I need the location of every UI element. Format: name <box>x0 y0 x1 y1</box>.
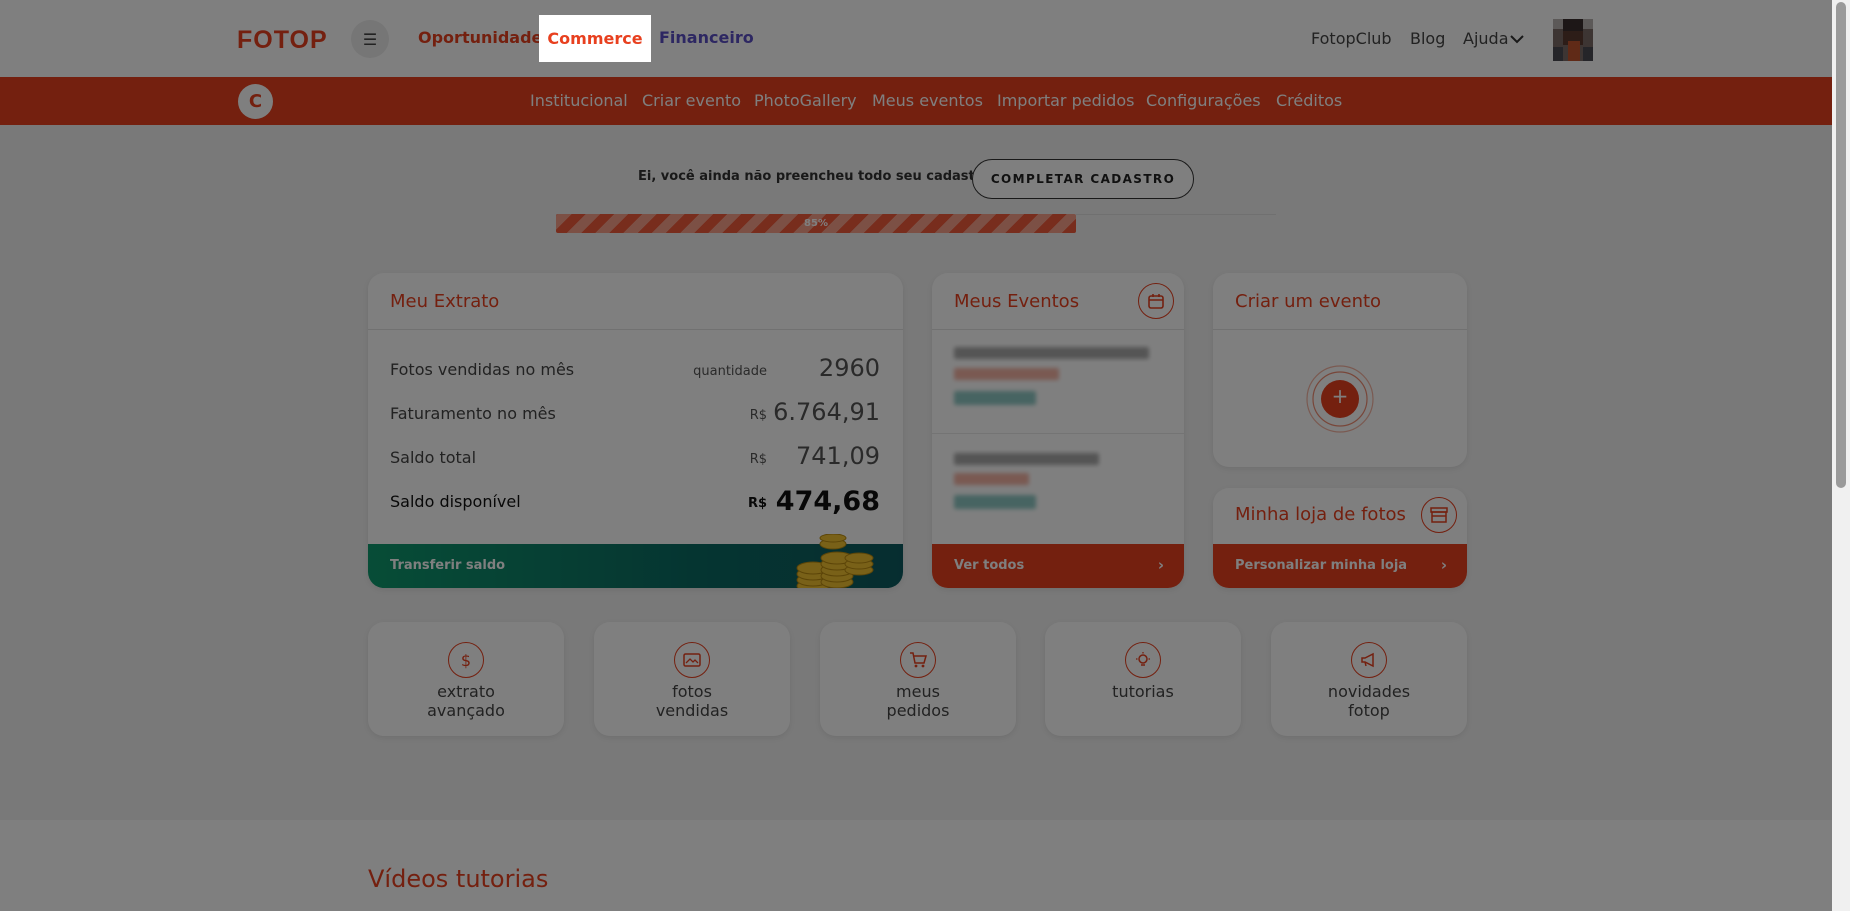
extrato-row-label: Faturamento no mês <box>390 404 556 423</box>
profile-progress-remaining <box>1076 214 1276 233</box>
ver-todos-button[interactable]: Ver todos › <box>932 544 1184 588</box>
extrato-row-fotos: Fotos vendidas no mês quantidade 2960 <box>390 354 880 384</box>
scrollbar-thumb[interactable] <box>1836 2 1846 488</box>
tile-meus-pedidos[interactable]: meus pedidos <box>820 622 1016 736</box>
subnav-meus-eventos[interactable]: Meus eventos <box>872 91 983 110</box>
profile-progress-label: 85% <box>804 218 828 229</box>
dollar-icon: $ <box>448 642 484 678</box>
tile-extrato-avancado[interactable]: $ extrato avançado <box>368 622 564 736</box>
create-event-button[interactable]: + <box>1305 364 1375 434</box>
extrato-row-unit: R$ <box>749 408 767 423</box>
subnav-configuracoes[interactable]: Configurações <box>1146 91 1261 110</box>
subnav-criar-evento[interactable]: Criar evento <box>642 91 741 110</box>
nav-blog[interactable]: Blog <box>1410 29 1445 48</box>
extrato-row-saldo-total: Saldo total R$ 741,09 <box>390 442 880 472</box>
chevron-down-icon[interactable] <box>1509 30 1525 49</box>
tile-tutorias[interactable]: tutorias <box>1045 622 1241 736</box>
menu-icon: ☰ <box>362 29 378 49</box>
loja-card: Minha loja de fotos Personalizar minha l… <box>1213 488 1467 588</box>
extrato-title: Meu Extrato <box>390 291 500 312</box>
extrato-row-label: Saldo total <box>390 448 477 467</box>
transfer-balance-label: Transferir saldo <box>390 558 506 573</box>
nav-commerce[interactable]: Commerce <box>539 15 651 62</box>
extrato-row-value: 6.764,91 <box>773 398 880 426</box>
subnav-photogallery[interactable]: PhotoGallery <box>754 91 857 110</box>
event-item-title-blurred[interactable] <box>954 347 1149 359</box>
ver-todos-label: Ver todos <box>954 558 1025 573</box>
plus-icon: + <box>1331 384 1349 408</box>
loja-title: Minha loja de fotos <box>1235 504 1406 525</box>
tile-fotos-vendidas[interactable]: fotos vendidas <box>594 622 790 736</box>
personalizar-loja-label: Personalizar minha loja <box>1235 558 1408 573</box>
complete-profile-button[interactable]: COMPLETAR CADASTRO <box>972 159 1194 199</box>
photo-icon <box>674 642 710 678</box>
profile-progress: 85% <box>556 214 1276 233</box>
card-divider <box>932 329 1184 330</box>
event-item-title-blurred[interactable] <box>954 453 1099 465</box>
extrato-row-value: 741,09 <box>796 442 880 470</box>
extrato-row-value: 2960 <box>818 354 880 382</box>
page-scrollbar[interactable] <box>1832 0 1850 911</box>
calendar-icon[interactable] <box>1138 283 1174 319</box>
megaphone-icon <box>1351 642 1387 678</box>
nav-commerce-label: Commerce <box>547 29 643 48</box>
card-divider <box>1213 329 1467 330</box>
cart-icon <box>900 642 936 678</box>
subnav-importar-pedidos[interactable]: Importar pedidos <box>997 91 1134 110</box>
event-item-date-blurred <box>954 473 1029 485</box>
coins-icon <box>793 533 883 588</box>
store-icon[interactable] <box>1421 497 1457 533</box>
subnav-institucional[interactable]: Institucional <box>530 91 628 110</box>
user-avatar[interactable] <box>1553 19 1593 61</box>
card-divider <box>368 329 903 330</box>
profile-incomplete-message: Ei, você ainda não preencheu todo seu ca… <box>638 169 996 184</box>
event-item-status-blurred <box>954 495 1036 509</box>
videos-title: Vídeos tutorias <box>368 865 549 893</box>
extrato-row-unit: quantidade <box>693 364 767 379</box>
criar-evento-title: Criar um evento <box>1235 291 1382 312</box>
chevron-right-icon: › <box>1157 556 1164 574</box>
lightbulb-icon <box>1125 642 1161 678</box>
criar-evento-card: Criar um evento + <box>1213 273 1467 467</box>
extrato-card: Meu Extrato Fotos vendidas no mês quanti… <box>368 273 903 588</box>
sub-navigation: C Institucional Criar evento PhotoGaller… <box>0 77 1850 125</box>
tile-label: meus pedidos <box>886 682 950 720</box>
chevron-right-icon: › <box>1440 556 1447 574</box>
dim-overlay <box>0 0 1832 911</box>
tile-label: fotos vendidas <box>655 682 729 720</box>
nav-fotopclub[interactable]: FotopClub <box>1311 29 1392 48</box>
extrato-row-label: Fotos vendidas no mês <box>390 360 575 379</box>
top-header: FOTOP ☰ Oportunidades Financeiro FotopCl… <box>0 0 1850 77</box>
tile-label: tutorias <box>1112 682 1174 701</box>
nav-oportunidades[interactable]: Oportunidades <box>418 28 552 47</box>
tile-label: novidades fotop <box>1327 682 1411 720</box>
transfer-balance-button[interactable]: Transferir saldo <box>368 533 903 588</box>
extrato-row-label: Saldo disponível <box>390 492 521 511</box>
menu-button[interactable]: ☰ <box>351 20 389 58</box>
tile-novidades-fotop[interactable]: novidades fotop <box>1271 622 1467 736</box>
tile-label: extrato avançado <box>427 682 505 720</box>
eventos-card: Meus Eventos Ver todos › <box>932 273 1184 588</box>
extrato-row-value: 474,68 <box>775 486 880 517</box>
event-item-status-blurred <box>954 391 1036 405</box>
extrato-row-faturamento: Faturamento no mês R$ 6.764,91 <box>390 398 880 428</box>
videos-section: Vídeos tutorias <box>0 820 1832 911</box>
extrato-row-unit: R$ <box>747 496 767 511</box>
personalizar-loja-button[interactable]: Personalizar minha loja › <box>1213 544 1467 588</box>
eventos-title: Meus Eventos <box>954 291 1080 312</box>
event-separator <box>932 433 1184 434</box>
event-item-date-blurred <box>954 368 1059 380</box>
subnav-creditos[interactable]: Créditos <box>1276 91 1342 110</box>
nav-financeiro[interactable]: Financeiro <box>659 28 754 47</box>
extrato-row-saldo-disponivel: Saldo disponível R$ 474,68 <box>390 486 880 517</box>
nav-ajuda[interactable]: Ajuda <box>1463 29 1509 48</box>
extrato-row-unit: R$ <box>749 452 767 467</box>
account-avatar[interactable]: C <box>238 84 273 119</box>
profile-progress-fill: 85% <box>556 214 1076 233</box>
fotop-logo[interactable]: FOTOP <box>237 26 328 55</box>
